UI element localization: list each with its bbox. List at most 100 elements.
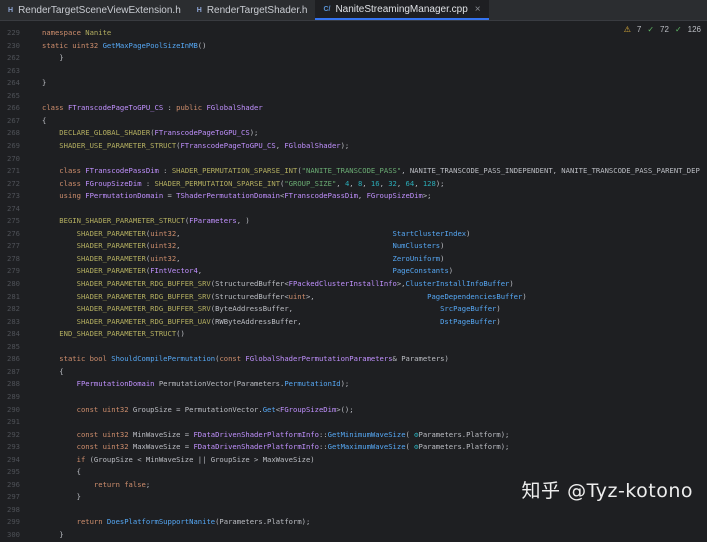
- code-line[interactable]: 270: [0, 153, 707, 166]
- code-line[interactable]: 300 }: [0, 529, 707, 542]
- code-text: const uint32 MinWaveSize = FDataDrivenSh…: [42, 429, 510, 442]
- close-icon[interactable]: ×: [475, 4, 481, 15]
- line-number: 279: [7, 266, 20, 276]
- code-text: SHADER_PARAMETER_RDG_BUFFER_SRV(Structur…: [42, 278, 514, 291]
- code-token: SHADER_PARAMETER: [42, 241, 146, 251]
- code-line[interactable]: 264}: [0, 77, 707, 90]
- code-text: }: [42, 77, 46, 90]
- line-number: 294: [7, 454, 20, 464]
- code-token: ,: [414, 178, 423, 188]
- code-editor[interactable]: ⚠ 7 ✓ 72 ✓ 126 229 namespace Nanite 230 sta…: [0, 21, 707, 539]
- code-token: FPermutationDomain: [85, 191, 164, 201]
- code-line[interactable]: 273 using FPermutationDomain = TShaderPe…: [0, 190, 707, 203]
- code-line[interactable]: 265: [0, 90, 707, 103]
- code-line[interactable]: 229 namespace Nanite: [0, 27, 707, 40]
- code-token: static: [42, 40, 73, 50]
- code-line[interactable]: 279 SHADER_PARAMETER(FIntVector4, PageCo…: [0, 265, 707, 278]
- code-token: FGroupSizeDim: [366, 191, 423, 201]
- code-line[interactable]: 276 SHADER_PARAMETER(uint32, StartCluste…: [0, 228, 707, 241]
- code-line[interactable]: 266 class FTranscodePageToGPU_CS : public…: [0, 102, 707, 115]
- cpp-file-icon: C/: [323, 5, 331, 13]
- tab-nanitestreamingmanager-cpp[interactable]: C/NaniteStreamingManager.cpp ×: [315, 0, 489, 20]
- tab-rendertargetshader-h[interactable]: H RenderTargetShader.h: [189, 0, 316, 20]
- code-line[interactable]: 263: [0, 65, 707, 78]
- code-token: (RWByteAddressBuffer,: [210, 316, 441, 326]
- code-line[interactable]: 277 SHADER_PARAMETER(uint32, NumClusters…: [0, 240, 707, 253]
- code-token: StartClusterIndex: [392, 228, 467, 238]
- code-line[interactable]: 275 BEGIN_SHADER_PARAMETER_STRUCT(FParam…: [0, 215, 707, 228]
- line-number: 267: [7, 115, 20, 125]
- line-number: 276: [7, 228, 20, 238]
- code-line[interactable]: 294 if (GroupSize < MinWaveSize || Group…: [0, 454, 707, 467]
- code-token: namespace: [42, 28, 86, 37]
- code-text: END_SHADER_PARAMETER_STRUCT(): [42, 328, 185, 341]
- code-token: NumClusters: [392, 241, 441, 251]
- code-token: (GroupSize < MinWaveSize || GroupSize > …: [89, 454, 315, 464]
- code-line[interactable]: 298: [0, 504, 707, 517]
- code-token: SHADER_PERMUTATION_SPARSE_INT: [171, 166, 298, 176]
- code-token: ,: [197, 266, 393, 276]
- code-token: ,: [336, 178, 345, 188]
- code-line[interactable]: 289: [0, 391, 707, 404]
- code-token: using: [42, 191, 86, 201]
- line-number: 288: [7, 379, 20, 389]
- code-line[interactable]: 283 SHADER_PARAMETER_RDG_BUFFER_UAV(RWBy…: [0, 316, 707, 329]
- code-token: Nanite: [85, 28, 112, 37]
- code-token: const uint32: [42, 442, 133, 452]
- code-text: return false;: [42, 479, 150, 492]
- code-line[interactable]: 268 DECLARE_GLOBAL_SHADER(FTranscodePage…: [0, 127, 707, 140]
- code-line[interactable]: 281 SHADER_PARAMETER_RDG_BUFFER_SRV(Stru…: [0, 291, 707, 304]
- code-text: const uint32 MaxWaveSize = FDataDrivenSh…: [42, 441, 510, 454]
- code-line[interactable]: 292 const uint32 MinWaveSize = FDataDriv…: [0, 429, 707, 442]
- code-token: 128: [422, 178, 436, 188]
- code-text: DECLARE_GLOBAL_SHADER(FTranscodePageToGP…: [42, 127, 258, 140]
- code-token: SHADER_PARAMETER_RDG_BUFFER_UAV: [42, 316, 211, 326]
- code-token: {: [42, 467, 81, 477]
- code-line[interactable]: 299 return DoesPlatformSupportNanite(Par…: [0, 516, 707, 529]
- code-token: SHADER_USE_PARAMETER_STRUCT: [42, 140, 177, 150]
- code-token: "NANITE_TRANSCODE_PASS": [301, 166, 402, 176]
- code-line[interactable]: 262 }: [0, 52, 707, 65]
- code-line[interactable]: 269 SHADER_USE_PARAMETER_STRUCT(FTransco…: [0, 140, 707, 153]
- header-file-icon: H: [196, 6, 202, 14]
- code-line[interactable]: 272 class FGroupSizeDim : SHADER_PERMUTA…: [0, 178, 707, 191]
- line-number: 292: [7, 429, 20, 439]
- line-number: 269: [7, 140, 20, 150]
- line-number: 286: [7, 354, 20, 364]
- code-line[interactable]: 271 class FTranscodePassDim : SHADER_PER…: [0, 165, 707, 178]
- code-text: }: [42, 52, 63, 65]
- code-text: SHADER_PARAMETER_RDG_BUFFER_SRV(ByteAddr…: [42, 303, 501, 316]
- code-token: FPackedClusterInstallInfo: [288, 279, 397, 288]
- code-token: uint: [288, 291, 306, 301]
- code-line[interactable]: 293 const uint32 MaxWaveSize = FDataDriv…: [0, 441, 707, 454]
- line-number: 297: [7, 492, 20, 502]
- code-text: return DoesPlatformSupportNanite(Paramet…: [42, 516, 311, 529]
- code-line[interactable]: 286 static bool ShouldCompilePermutation…: [0, 353, 707, 366]
- tab-rendertargetsceneviewextension-h[interactable]: H RenderTargetSceneViewExtension.h: [0, 0, 189, 20]
- code-line[interactable]: 287 {: [0, 366, 707, 379]
- code-token: uint32: [72, 40, 103, 50]
- code-line[interactable]: 274: [0, 203, 707, 216]
- code-line[interactable]: 285: [0, 341, 707, 354]
- code-line[interactable]: 280 SHADER_PARAMETER_RDG_BUFFER_SRV(Stru…: [0, 278, 707, 291]
- header-file-icon: H: [8, 6, 14, 14]
- code-line[interactable]: 291: [0, 416, 707, 429]
- code-token: FDataDrivenShaderPlatformInfo: [193, 429, 319, 439]
- code-token: ClusterInstallInfoBuffer: [405, 279, 510, 288]
- line-number: 275: [7, 216, 20, 226]
- code-line[interactable]: 290 const uint32 GroupSize = Permutation…: [0, 404, 707, 417]
- code-line[interactable]: 284 END_SHADER_PARAMETER_STRUCT(): [0, 328, 707, 341]
- code-text: SHADER_PARAMETER(uint32, StartClusterInd…: [42, 228, 471, 241]
- code-line[interactable]: 230 static uint32 GetMaxPagePoolSizeInMB(…: [0, 40, 707, 53]
- code-token: END_SHADER_PARAMETER_STRUCT: [42, 329, 177, 339]
- line-number: 268: [7, 128, 20, 138]
- code-line[interactable]: 278 SHADER_PARAMETER(uint32, ZeroUniform…: [0, 253, 707, 266]
- code-line[interactable]: 288 FPermutationDomain PermutationVector…: [0, 378, 707, 391]
- code-token: FTranscodePageToGPU_CS: [154, 128, 250, 138]
- code-token: if: [42, 454, 90, 464]
- code-line[interactable]: 282 SHADER_PARAMETER_RDG_BUFFER_SRV(Byte…: [0, 303, 707, 316]
- code-line[interactable]: 267 {: [0, 115, 707, 128]
- code-token: ): [496, 304, 501, 314]
- line-number: 270: [7, 153, 20, 163]
- code-text: SHADER_PARAMETER(FIntVector4, PageConsta…: [42, 265, 454, 278]
